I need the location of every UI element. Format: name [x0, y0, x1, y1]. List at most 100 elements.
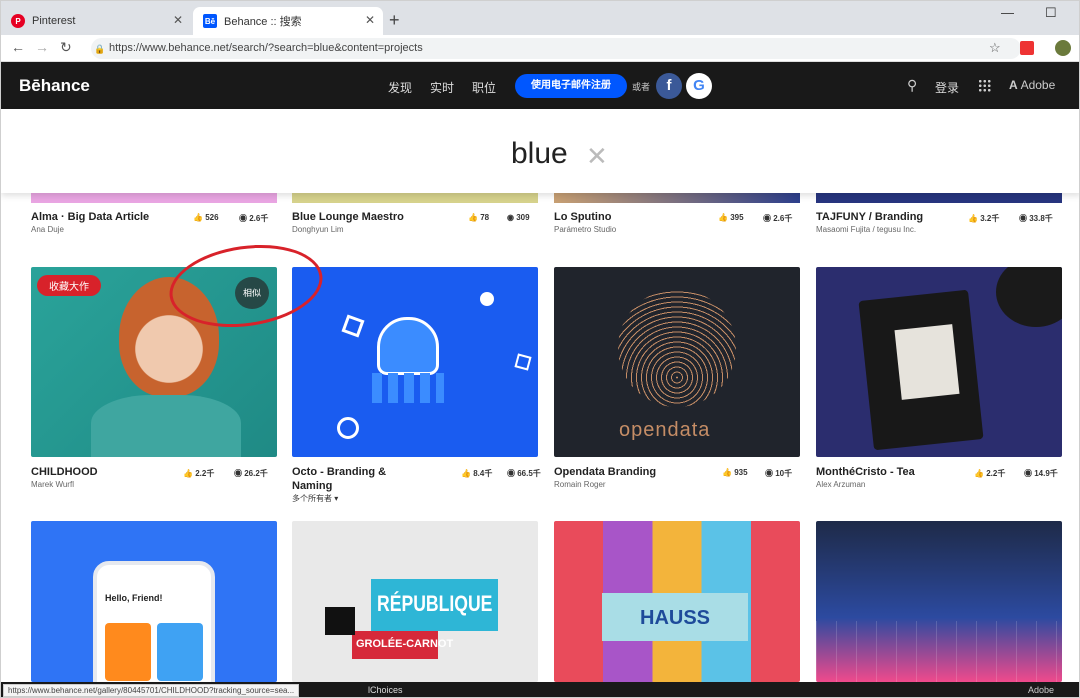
search-panel: blue ✕	[1, 109, 1079, 193]
tab-pinterest[interactable]: P Pinterest ✕	[1, 7, 191, 35]
opendata-thumbnail[interactable]: opendata	[554, 267, 800, 457]
likes-value: 2.2千	[986, 469, 1006, 478]
scene-thumbnail[interactable]	[816, 521, 1062, 682]
thumbs-up-icon: 👍	[974, 469, 984, 478]
maximize-icon[interactable]: ☐	[1045, 5, 1057, 21]
apps-grid-icon[interactable]	[978, 79, 991, 92]
signup-email-button[interactable]: 使用电子邮件注册	[515, 74, 627, 98]
views-value: 2.6千	[249, 214, 269, 223]
likes-count: 👍 78	[468, 213, 489, 222]
views-count: ◉ 66.5千	[507, 468, 541, 479]
or-label: 或者	[632, 82, 651, 92]
new-tab-icon[interactable]: +	[389, 10, 400, 31]
project-thumbnail[interactable]	[31, 193, 277, 203]
nav-jobs[interactable]: 职位	[472, 79, 496, 96]
project-owner[interactable]: Marek Wurfl	[31, 480, 74, 489]
project-owner[interactable]: Masaomi Fujita / tegusu Inc.	[816, 225, 916, 234]
profile-avatar[interactable]	[1055, 40, 1071, 56]
likes-value: 935	[734, 468, 748, 477]
status-url: https://www.behance.net/gallery/80445701…	[3, 684, 300, 697]
clear-search-icon[interactable]: ✕	[586, 141, 608, 172]
project-title[interactable]: Opendata Branding	[554, 465, 656, 479]
project-owner[interactable]: Alex Arzuman	[816, 480, 865, 489]
project-title[interactable]: Lo Sputino	[554, 210, 611, 224]
tab-title: Behance :: 搜索	[224, 16, 302, 28]
site-navbar: Bēhance 发现 实时 职位 使用电子邮件注册 或者 f G ⚲ 登录 A …	[1, 62, 1079, 109]
views-count: ◉ 309	[507, 213, 530, 222]
status-adobe[interactable]: Adobe	[1028, 685, 1054, 695]
search-query[interactable]: blue	[511, 137, 568, 171]
views-value: 26.2千	[244, 469, 268, 478]
back-icon[interactable]: ←	[11, 39, 25, 55]
project-title[interactable]: Blue Lounge Maestro	[292, 210, 404, 224]
likes-value: 8.4千	[473, 469, 493, 478]
likes-count: 👍 2.2千	[183, 468, 214, 479]
eye-icon: ◉	[1024, 469, 1032, 478]
nav-live[interactable]: 实时	[430, 79, 454, 96]
project-title[interactable]: Octo - Branding & Naming	[292, 465, 412, 493]
thumbs-up-icon: 👍	[461, 469, 471, 478]
octo-shape	[514, 353, 532, 371]
project-title[interactable]: CHILDHOOD	[31, 465, 98, 479]
project-owner[interactable]: Donghyun Lim	[292, 225, 344, 234]
adobe-link[interactable]: A Adobe	[1009, 78, 1055, 92]
reload-icon[interactable]: ↻	[60, 39, 72, 56]
project-owner[interactable]: Romain Roger	[554, 480, 606, 489]
google-icon[interactable]: G	[686, 73, 712, 99]
views-value: 309	[516, 213, 530, 222]
likes-value: 2.2千	[195, 469, 215, 478]
views-value: 33.8千	[1029, 214, 1053, 223]
caret-down-icon: ▾	[334, 494, 339, 503]
close-icon[interactable]: ✕	[365, 13, 375, 27]
tea-bowl	[996, 267, 1062, 327]
republique-thumbnail[interactable]: RÉPUBLIQUE GROLÉE-CARNOT	[292, 521, 538, 682]
hauss-logo: HAUSS	[640, 607, 711, 629]
project-title[interactable]: TAJFUNY / Branding	[816, 210, 923, 224]
multiple-owners-dropdown[interactable]: 多个所有者 ▾	[292, 493, 338, 504]
phone-greeting: Hello, Friend!	[105, 593, 163, 603]
views-value: 10千	[775, 469, 793, 478]
thumbs-up-icon: 👍	[718, 213, 728, 222]
extension-icon[interactable]	[1020, 41, 1034, 55]
thumbs-up-icon: 👍	[193, 213, 203, 222]
hauss-thumbnail[interactable]: HAUSS	[554, 521, 800, 682]
project-thumbnail[interactable]	[816, 193, 1062, 203]
bookmark-star-icon[interactable]: ☆	[989, 40, 1001, 56]
likes-count: 👍 526	[193, 213, 219, 222]
app-thumbnail[interactable]: Hello, Friend!	[31, 521, 277, 682]
likes-value: 78	[480, 213, 490, 222]
behance-logo[interactable]: Bēhance	[19, 76, 90, 96]
likes-count: 👍 2.2千	[974, 468, 1005, 479]
thumbs-up-icon: 👍	[183, 469, 193, 478]
search-icon[interactable]: ⚲	[907, 77, 917, 94]
likes-value: 3.2千	[980, 214, 1000, 223]
forward-icon[interactable]: →	[35, 39, 49, 55]
facebook-icon[interactable]: f	[656, 73, 682, 99]
project-owner[interactable]: Parámetro Studio	[554, 225, 616, 234]
opendata-rings	[618, 289, 736, 407]
likes-value: 395	[730, 213, 744, 222]
project-title[interactable]: Alma · Big Data Article	[31, 210, 149, 224]
project-owner[interactable]: Ana Duje	[31, 225, 64, 234]
eye-icon: ◉	[1019, 214, 1027, 223]
url-text: https://www.behance.net/search/?search=b…	[109, 42, 423, 54]
opendata-wordmark: opendata	[619, 419, 711, 441]
tab-behance[interactable]: Bē Behance :: 搜索 ✕	[193, 7, 383, 35]
project-thumbnail[interactable]	[554, 193, 800, 203]
octo-tentacles	[372, 373, 444, 403]
project-thumbnail[interactable]	[292, 193, 538, 203]
login-link[interactable]: 登录	[935, 79, 959, 96]
project-title[interactable]: MonthéCristo - Tea	[816, 465, 915, 479]
likes-count: 👍 395	[718, 213, 744, 222]
octo-shape	[341, 314, 365, 338]
monthecristo-thumbnail[interactable]	[816, 267, 1062, 457]
views-count: ◉ 33.8千	[1019, 213, 1053, 224]
close-icon[interactable]: ✕	[173, 13, 183, 27]
url-field[interactable]: 🔒 https://www.behance.net/search/?search…	[91, 38, 1021, 59]
octo-thumbnail[interactable]	[292, 267, 538, 457]
adobe-icon: A	[1009, 78, 1021, 92]
octo-shape	[337, 417, 359, 439]
minimize-icon[interactable]: —	[1001, 5, 1014, 20]
nav-discover[interactable]: 发现	[388, 79, 412, 96]
views-count: ◉ 14.9千	[1024, 468, 1058, 479]
